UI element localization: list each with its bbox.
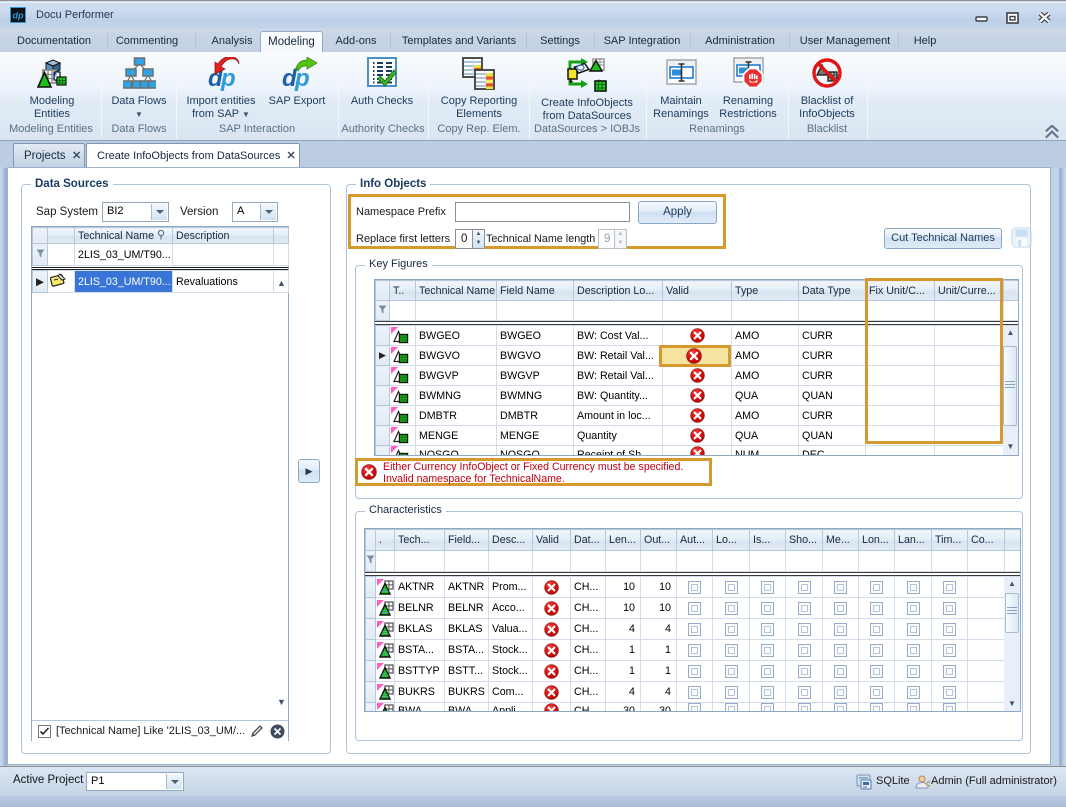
svg-text:dp: dp xyxy=(13,11,24,21)
